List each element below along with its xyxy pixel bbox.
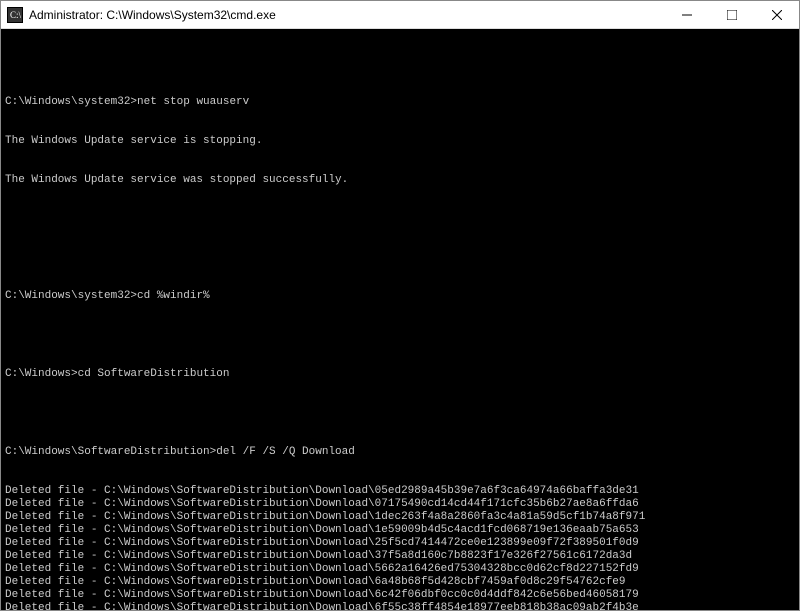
cmd-window: C:\ Administrator: C:\Windows\System32\c… <box>0 0 800 611</box>
deleted-file-line: Deleted file - C:\Windows\SoftwareDistri… <box>5 576 795 589</box>
deleted-file-line: Deleted file - C:\Windows\SoftwareDistri… <box>5 589 795 602</box>
prompt: C:\Windows\system32> <box>5 290 137 302</box>
prompt: C:\Windows\SoftwareDistribution> <box>5 446 216 458</box>
command-line: C:\Windows\system32>net stop wuauserv <box>5 96 795 109</box>
terminal-output[interactable]: C:\Windows\system32>net stop wuauserv Th… <box>1 29 799 610</box>
deleted-file-line: Deleted file - C:\Windows\SoftwareDistri… <box>5 602 795 610</box>
command-input: net stop wuauserv <box>137 96 249 108</box>
maximize-button[interactable] <box>709 1 754 28</box>
prompt: C:\Windows\system32> <box>5 96 137 108</box>
deleted-file-line: Deleted file - C:\Windows\SoftwareDistri… <box>5 550 795 563</box>
command-input: cd %windir% <box>137 290 210 302</box>
deleted-file-line: Deleted file - C:\Windows\SoftwareDistri… <box>5 485 795 498</box>
window-title: Administrator: C:\Windows\System32\cmd.e… <box>29 8 664 22</box>
output-line: The Windows Update service was stopped s… <box>5 174 795 187</box>
deleted-file-line: Deleted file - C:\Windows\SoftwareDistri… <box>5 563 795 576</box>
command-input: cd SoftwareDistribution <box>78 368 230 380</box>
cmd-icon: C:\ <box>7 7 23 23</box>
command-line: C:\Windows\system32>cd %windir% <box>5 290 795 303</box>
command-line: C:\Windows>cd SoftwareDistribution <box>5 368 795 381</box>
window-controls <box>664 1 799 28</box>
command-input: del /F /S /Q Download <box>216 446 355 458</box>
svg-text:C:\: C:\ <box>10 10 22 20</box>
command-line: C:\Windows\SoftwareDistribution>del /F /… <box>5 446 795 459</box>
close-button[interactable] <box>754 1 799 28</box>
prompt: C:\Windows> <box>5 368 78 380</box>
deleted-file-line: Deleted file - C:\Windows\SoftwareDistri… <box>5 511 795 524</box>
deleted-file-line: Deleted file - C:\Windows\SoftwareDistri… <box>5 537 795 550</box>
deleted-file-line: Deleted file - C:\Windows\SoftwareDistri… <box>5 498 795 511</box>
minimize-button[interactable] <box>664 1 709 28</box>
titlebar[interactable]: C:\ Administrator: C:\Windows\System32\c… <box>1 1 799 29</box>
output-line: The Windows Update service is stopping. <box>5 135 795 148</box>
deleted-files-list: Deleted file - C:\Windows\SoftwareDistri… <box>5 485 795 610</box>
deleted-file-line: Deleted file - C:\Windows\SoftwareDistri… <box>5 524 795 537</box>
